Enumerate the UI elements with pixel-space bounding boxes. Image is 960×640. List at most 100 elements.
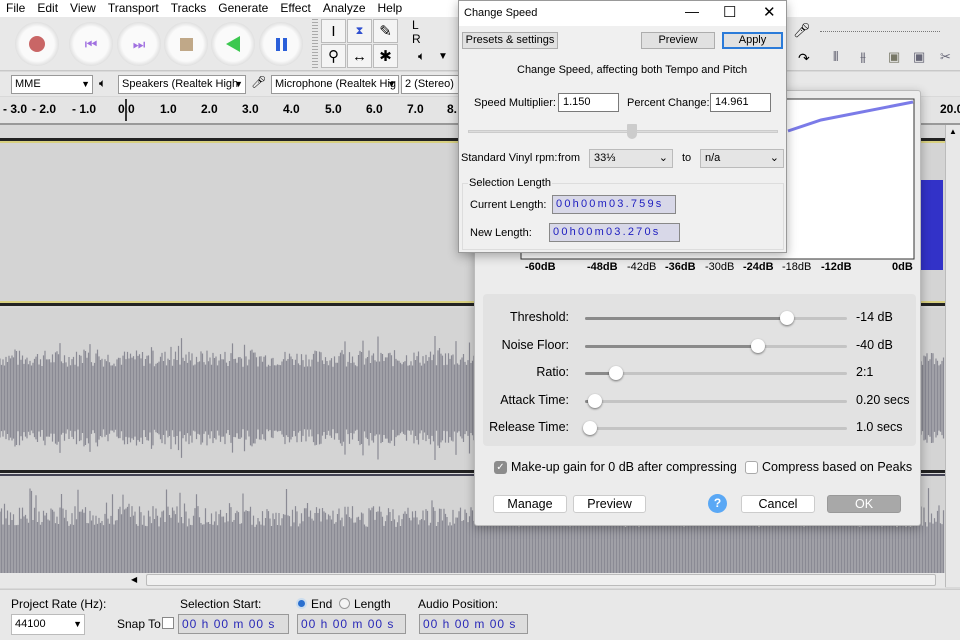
help-button[interactable]: ? — [708, 494, 727, 513]
draw-tool[interactable]: ✎ — [373, 19, 398, 43]
slider-thumb[interactable] — [750, 338, 765, 353]
menu-analyze[interactable]: Analyze — [317, 0, 372, 17]
scissors-icon[interactable]: ✂ — [940, 49, 951, 65]
cancel-button[interactable]: Cancel — [741, 495, 815, 513]
minimize-icon[interactable]: — — [685, 3, 699, 19]
chevron-down-icon: ▼ — [234, 79, 243, 89]
manage-button[interactable]: Manage — [493, 495, 567, 513]
selection-end-time[interactable]: 00 h 00 m 00 s — [297, 614, 406, 634]
ruler-tick: 20.0 — [940, 102, 960, 116]
slider-track[interactable] — [585, 311, 847, 325]
slider-track[interactable] — [583, 421, 847, 435]
speed-slider-thumb[interactable] — [627, 124, 637, 139]
envelope-tool[interactable]: ⧗ — [347, 19, 372, 43]
slider-thumb[interactable] — [583, 421, 598, 435]
volume-dropdown[interactable]: ▼ — [438, 51, 448, 62]
percent-change-input[interactable]: 14.961 — [710, 93, 771, 112]
zoom-tool[interactable]: ⚲ — [321, 44, 346, 68]
apply-button[interactable]: Apply — [722, 32, 783, 49]
project-rate-select[interactable]: 44100 ▼ — [11, 614, 85, 635]
close-icon[interactable]: ✕ — [763, 3, 776, 21]
input-volume-slider[interactable] — [820, 31, 940, 32]
menu-edit[interactable]: Edit — [31, 0, 64, 17]
axis-label: -36dB — [665, 261, 696, 273]
pause-button[interactable] — [259, 22, 303, 66]
menu-generate[interactable]: Generate — [212, 0, 274, 17]
selection-tool[interactable]: I — [321, 19, 346, 43]
menu-transport[interactable]: Transport — [102, 0, 165, 17]
to-rpm-select[interactable]: n/a ⌄ — [700, 149, 784, 168]
zoom-fit-icon[interactable]: ▣ — [913, 49, 925, 65]
length-label: Length — [354, 597, 391, 611]
slider-label: Noise Floor: — [501, 337, 569, 352]
current-length-display: 00h00m03.759s — [552, 195, 676, 214]
skip-to-end-button[interactable]: ⏭ — [117, 22, 161, 66]
presets-settings-button[interactable]: Presets & settings — [462, 32, 558, 49]
horizontal-scrollbar[interactable]: ◀ — [0, 573, 945, 588]
speed-slider[interactable] — [468, 130, 778, 133]
preview-button[interactable]: Preview — [641, 32, 715, 49]
trim-icon[interactable]: ⫴ — [833, 49, 838, 65]
slider-track[interactable] — [585, 338, 847, 353]
scroll-left-icon[interactable]: ◀ — [131, 575, 137, 584]
speed-multiplier-input[interactable]: 1.150 — [558, 93, 619, 112]
record-button[interactable] — [15, 22, 59, 66]
compress-peaks-checkbox[interactable] — [745, 461, 758, 474]
slider-track[interactable] — [585, 393, 847, 408]
menu-view[interactable]: View — [64, 0, 102, 17]
selection-toolbar: Project Rate (Hz): 44100 ▼ Snap To Select… — [0, 589, 960, 640]
slider-value: 0.20 secs — [856, 392, 910, 407]
slider-track[interactable] — [585, 366, 847, 380]
ruler-tick: 4.0 — [283, 102, 300, 116]
audio-host-select[interactable]: MME ▼ — [11, 75, 93, 94]
envelope-icon: ⧗ — [355, 24, 364, 37]
new-length-display[interactable]: 00h00m03.270s — [549, 223, 680, 242]
preview-button[interactable]: Preview — [573, 495, 646, 513]
redo-icon[interactable]: ↷ — [798, 50, 810, 67]
snap-to-checkbox[interactable] — [162, 617, 174, 629]
skip-to-start-button[interactable]: ⏮ — [69, 22, 113, 66]
from-rpm-select[interactable]: 33⅓ ⌄ — [589, 149, 673, 168]
new-length-label: New Length: — [470, 227, 532, 239]
slider-thumb[interactable] — [779, 311, 794, 325]
length-radio[interactable] — [339, 598, 350, 609]
stop-button[interactable] — [164, 22, 208, 66]
input-device-select[interactable]: Microphone (Realtek Hig ▼ — [271, 75, 399, 94]
magnifier-icon: ⚲ — [328, 48, 339, 65]
output-device-select[interactable]: Speakers (Realtek High ▼ — [118, 75, 246, 94]
ruler-tick: 5.0 — [325, 102, 342, 116]
ruler-tick: 8. — [447, 102, 458, 116]
slider-row: Release Time: 1.0 secs — [483, 414, 923, 442]
slider-thumb[interactable] — [609, 366, 624, 380]
axis-label: -18dB — [782, 261, 812, 273]
selection-start-time[interactable]: 00 h 00 m 00 s — [178, 614, 289, 634]
playhead[interactable] — [125, 99, 127, 121]
maximize-icon[interactable]: ☐ — [723, 3, 736, 21]
toolbar-grip[interactable] — [312, 19, 318, 69]
menu-tracks[interactable]: Tracks — [165, 0, 213, 17]
slider-thumb[interactable] — [588, 393, 603, 408]
asterisk-icon: ✱ — [379, 48, 392, 65]
ok-button[interactable]: OK — [827, 495, 901, 513]
chevron-down-icon: ⌄ — [658, 152, 668, 164]
vertical-scrollbar[interactable]: ▲ — [945, 125, 960, 587]
end-radio[interactable] — [296, 598, 307, 609]
slider-value: -14 dB — [856, 310, 893, 324]
slider-label: Ratio: — [536, 365, 569, 379]
play-button[interactable] — [211, 22, 255, 66]
sync-lock-icon[interactable]: ▣ — [888, 49, 900, 65]
menu-help[interactable]: Help — [372, 0, 409, 17]
menu-file[interactable]: File — [0, 0, 31, 17]
multi-tool[interactable]: ✱ — [373, 44, 398, 68]
channels-select[interactable]: 2 (Stereo) In — [401, 75, 461, 94]
silence-icon[interactable]: ⫵ — [860, 49, 866, 65]
percent-change-label: Percent Change: — [627, 97, 710, 109]
scrollbar-thumb[interactable] — [146, 574, 936, 586]
axis-label: 0dB — [892, 261, 913, 273]
ruler-tick: - 3.0 — [3, 102, 28, 116]
title-bar: Change Speed — ☐ ✕ — [459, 1, 786, 26]
time-shift-tool[interactable]: ↔ — [347, 44, 372, 68]
audio-position-time[interactable]: 00 h 00 m 00 s — [419, 614, 528, 634]
makeup-gain-checkbox[interactable]: ✓ — [494, 461, 507, 474]
menu-effect[interactable]: Effect — [274, 0, 316, 17]
